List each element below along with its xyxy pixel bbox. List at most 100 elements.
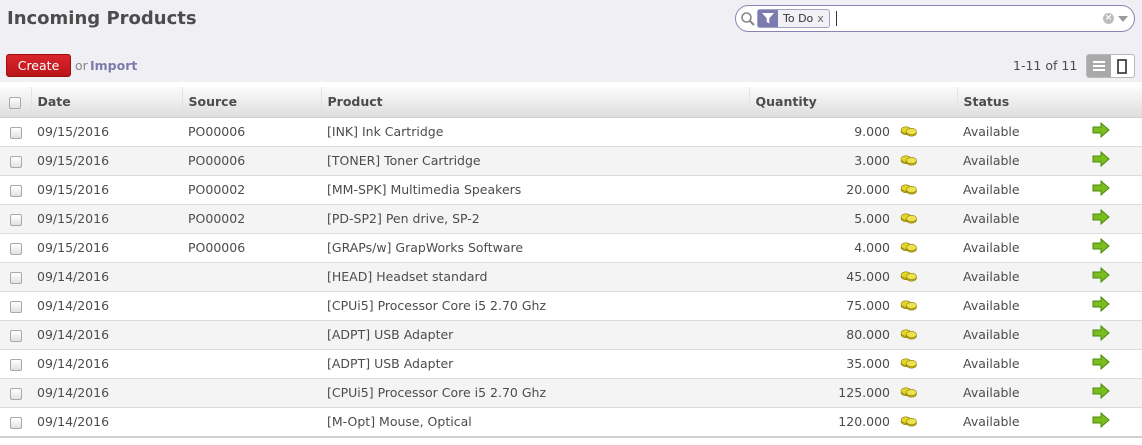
coins-icon[interactable] <box>900 117 957 146</box>
coins-icon[interactable] <box>900 233 957 262</box>
cell-status: Available <box>963 124 1020 139</box>
row-select-cell[interactable] <box>0 320 31 349</box>
row-select-cell[interactable] <box>0 233 31 262</box>
column-header-product[interactable]: Product <box>320 87 749 118</box>
search-dropdown-toggle[interactable] <box>1118 16 1128 22</box>
coins-icon[interactable] <box>900 146 957 175</box>
cell-source: PO00002 <box>188 182 246 197</box>
row-checkbox[interactable] <box>9 184 22 197</box>
cell-source <box>182 349 321 378</box>
search-icon[interactable] <box>740 11 756 27</box>
table-row[interactable]: 09/14/2016 [HEAD] Headset standard 45.000 A… <box>0 262 1142 291</box>
row-select-cell[interactable] <box>0 291 31 320</box>
table-row[interactable]: 09/14/2016 [M-Opt] Mouse, Optical 120.000 A… <box>0 407 1142 436</box>
arrow-right-icon[interactable] <box>1079 146 1142 175</box>
or-text: or <box>75 58 88 73</box>
cell-source <box>182 320 321 349</box>
row-checkbox[interactable] <box>9 155 22 168</box>
row-checkbox[interactable] <box>9 271 22 284</box>
coins-icon[interactable] <box>900 378 957 407</box>
row-select-cell[interactable] <box>0 175 31 204</box>
cell-product: [ADPT] USB Adapter <box>327 356 454 371</box>
coins-icon[interactable] <box>900 320 957 349</box>
coins-icon[interactable] <box>900 262 957 291</box>
cell-source <box>182 291 321 320</box>
cell-status: Available <box>963 182 1020 197</box>
cell-date: 09/14/2016 <box>37 298 110 313</box>
form-view-button[interactable] <box>1111 55 1135 77</box>
cell-date: 09/15/2016 <box>37 153 110 168</box>
arrow-right-icon[interactable] <box>1079 262 1142 291</box>
cell-quantity: 35.000 <box>846 356 890 371</box>
clear-search-icon[interactable]: × <box>1103 13 1114 24</box>
arrow-right-icon[interactable] <box>1079 349 1142 378</box>
cell-status: Available <box>963 356 1020 371</box>
cell-status: Available <box>963 269 1020 284</box>
arrow-right-icon[interactable] <box>1079 407 1142 436</box>
cell-product: [PD-SP2] Pen drive, SP-2 <box>327 211 480 226</box>
cell-date: 09/15/2016 <box>37 124 110 139</box>
row-checkbox[interactable] <box>9 242 22 255</box>
search-facet-todo[interactable]: To Do x <box>757 9 830 28</box>
arrow-right-icon[interactable] <box>1079 175 1142 204</box>
table-row[interactable]: 09/14/2016 [ADPT] USB Adapter 35.000 Availa… <box>0 349 1142 378</box>
column-header-date[interactable]: Date <box>30 87 182 118</box>
cell-status: Available <box>963 211 1020 226</box>
cell-quantity: 75.000 <box>846 298 890 313</box>
table-row[interactable]: 09/14/2016 [ADPT] USB Adapter 80.000 Availa… <box>0 320 1142 349</box>
coins-icon[interactable] <box>900 204 957 233</box>
cell-source <box>182 407 321 436</box>
coins-icon[interactable] <box>900 175 957 204</box>
table-row[interactable]: 09/15/2016 PO00002 [PD-SP2] Pen drive, SP-… <box>0 204 1142 233</box>
table-row[interactable]: 09/15/2016 PO00002 [MM-SPK] Multimedia Spe… <box>0 175 1142 204</box>
row-select-cell[interactable] <box>0 349 31 378</box>
row-select-cell[interactable] <box>0 204 31 233</box>
table-row[interactable]: 09/14/2016 [CPUi5] Processor Core i5 2.70… <box>0 378 1142 407</box>
table-row[interactable]: 09/15/2016 PO00006 [TONER] Toner Cartridge… <box>0 146 1142 175</box>
cell-product: [ADPT] USB Adapter <box>327 327 454 342</box>
select-all-checkbox[interactable] <box>9 96 22 109</box>
cell-status: Available <box>963 298 1020 313</box>
cell-source <box>182 262 321 291</box>
row-select-cell[interactable] <box>0 117 31 146</box>
column-header-quantity[interactable]: Quantity <box>748 87 957 118</box>
create-button[interactable]: Create <box>6 54 71 77</box>
search-input[interactable] <box>836 11 837 26</box>
row-checkbox[interactable] <box>9 387 22 400</box>
pager-value[interactable]: 1-11 of 11 <box>1013 58 1077 73</box>
column-header-status[interactable]: Status <box>956 87 1142 118</box>
cell-quantity: 120.000 <box>838 414 890 430</box>
coins-icon[interactable] <box>900 349 957 378</box>
arrow-right-icon[interactable] <box>1079 378 1142 407</box>
cell-quantity: 125.000 <box>838 385 890 400</box>
table-row[interactable]: 09/15/2016 PO00006 [GRAPs/w] GrapWorks Sof… <box>0 233 1142 262</box>
row-checkbox[interactable] <box>9 126 22 139</box>
arrow-right-icon[interactable] <box>1079 320 1142 349</box>
cell-quantity: 3.000 <box>854 153 890 168</box>
facet-remove-button[interactable]: x <box>817 10 829 27</box>
row-select-cell[interactable] <box>0 407 31 436</box>
cell-product: [INK] Ink Cartridge <box>327 124 444 139</box>
select-all-header[interactable] <box>0 87 31 118</box>
table-row[interactable]: 09/15/2016 PO00006 [INK] Ink Cartridge 9.00… <box>0 117 1142 146</box>
row-select-cell[interactable] <box>0 262 31 291</box>
row-checkbox[interactable] <box>9 300 22 313</box>
list-view-button[interactable] <box>1087 55 1111 77</box>
arrow-right-icon[interactable] <box>1079 291 1142 320</box>
arrow-right-icon[interactable] <box>1079 233 1142 262</box>
table-row[interactable]: 09/14/2016 [CPUi5] Processor Core i5 2.70… <box>0 291 1142 320</box>
page-title: Incoming Products <box>7 8 197 29</box>
search-bar[interactable]: To Do x × <box>735 5 1135 32</box>
import-link[interactable]: Import <box>90 58 137 73</box>
row-checkbox[interactable] <box>9 416 22 429</box>
coins-icon[interactable] <box>900 407 957 436</box>
row-select-cell[interactable] <box>0 378 31 407</box>
row-checkbox[interactable] <box>9 213 22 226</box>
row-checkbox[interactable] <box>9 329 22 342</box>
row-select-cell[interactable] <box>0 146 31 175</box>
arrow-right-icon[interactable] <box>1079 117 1142 146</box>
row-checkbox[interactable] <box>9 358 22 371</box>
coins-icon[interactable] <box>900 291 957 320</box>
arrow-right-icon[interactable] <box>1079 204 1142 233</box>
column-header-source[interactable]: Source <box>181 87 321 118</box>
